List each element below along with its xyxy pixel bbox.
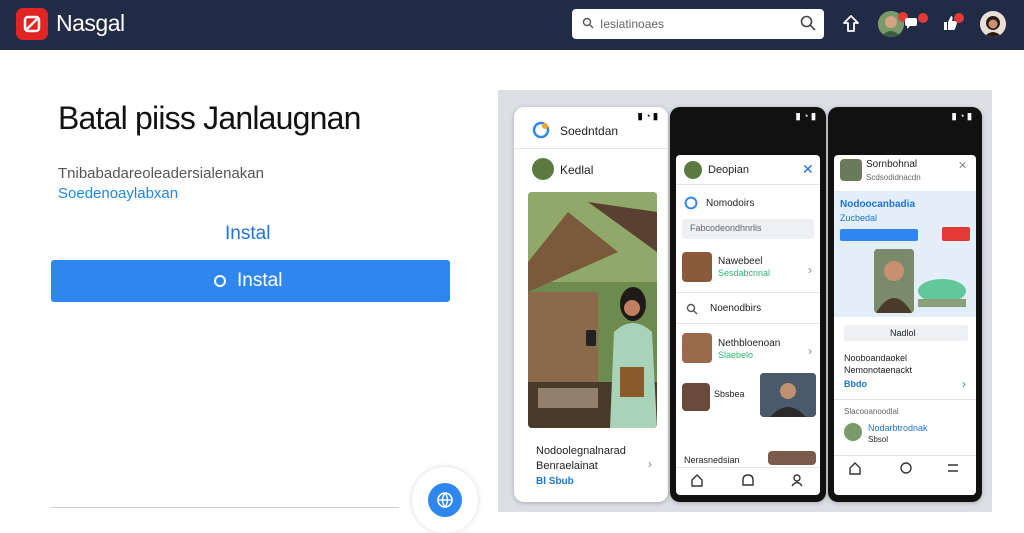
- divider: [676, 292, 820, 293]
- phone-screen-directory: ▮ ◔ ▮ Deopian ✕ Nomodoirs Fabcodeondhnrl…: [670, 107, 826, 502]
- section-2-label: Noenodbirs: [710, 303, 762, 314]
- chevron-right-icon[interactable]: ›: [808, 344, 812, 358]
- chevron-right-icon[interactable]: ›: [962, 377, 966, 391]
- contact-photo[interactable]: [682, 333, 712, 363]
- item2-title: Nethbloenoan: [718, 338, 781, 349]
- item4-title: Nerasnedsian: [684, 455, 740, 465]
- phone1-caption-1: Nodoolegnalnarad: [536, 445, 626, 457]
- phone2-search[interactable]: Fabcodeondhnrlis: [682, 219, 814, 239]
- search-field[interactable]: Iesiatinoaes: [572, 9, 824, 39]
- phone2-title: Deopian: [708, 164, 749, 176]
- app-mini-logo-icon: [684, 196, 698, 210]
- description-line-1: Tnibabadareoleadersialenakan: [58, 165, 264, 182]
- search-submit-icon[interactable]: [800, 15, 816, 31]
- chevron-right-icon[interactable]: ›: [648, 457, 652, 471]
- install-link[interactable]: Instal: [225, 223, 270, 245]
- feed-photo[interactable]: [528, 192, 657, 428]
- divider: [834, 455, 976, 456]
- phone3-tag[interactable]: Bbdo: [844, 379, 867, 389]
- chevron-right-icon[interactable]: ›: [808, 263, 812, 277]
- chat-icon[interactable]: [904, 16, 918, 30]
- phone2-section: Nomodoirs: [706, 198, 755, 209]
- item2-sub: Slaebelo: [718, 350, 754, 360]
- divider: [676, 323, 820, 324]
- menu-icon[interactable]: [946, 461, 960, 475]
- profile-avatar[interactable]: [980, 11, 1006, 37]
- close-icon[interactable]: ✕: [958, 159, 967, 172]
- upload-icon[interactable]: [842, 14, 860, 34]
- footer-title: Nodarbtrodnak: [868, 423, 928, 433]
- close-icon[interactable]: ✕: [802, 161, 814, 178]
- app-mini-logo-icon: [532, 121, 550, 139]
- item3-title: Sbsbea: [714, 389, 745, 399]
- phone1-profile-name: Kedlal: [560, 163, 594, 177]
- card-photo[interactable]: [874, 249, 914, 313]
- card-title: Nodoocanbadia: [840, 199, 916, 210]
- floating-action-button[interactable]: [412, 467, 478, 533]
- phone-screen-feed: ▮ ◔ ▮ Soedntdan Kedlal Nodoolegnalnarad: [514, 107, 668, 502]
- item1-sub: Sesdabcnnal: [718, 268, 771, 278]
- status-icons: ▮ ◔ ▮: [637, 111, 658, 121]
- profile-avatar[interactable]: [844, 423, 862, 441]
- profile-card: Nodoocanbadia Zucbedal: [834, 191, 976, 317]
- contact-photo[interactable]: [682, 252, 712, 282]
- body-1: Nooboandaokel: [844, 353, 908, 363]
- status-icons: ▮ ◔ ▮: [951, 111, 972, 121]
- profile-icon[interactable]: [790, 473, 804, 487]
- card-badge[interactable]: [942, 227, 970, 241]
- globe-icon: [437, 492, 453, 509]
- profile-avatar[interactable]: [532, 158, 554, 180]
- install-button[interactable]: Instal: [51, 260, 450, 302]
- phone3-button[interactable]: Nadlol: [844, 325, 968, 341]
- description-line-2[interactable]: Soedenoaylabxan: [58, 185, 178, 202]
- divider: [676, 184, 820, 185]
- home-icon[interactable]: [690, 473, 704, 487]
- search-icon: [686, 303, 698, 315]
- home-icon[interactable]: [848, 461, 862, 475]
- notifications-icon[interactable]: [740, 473, 756, 487]
- brand-name: Nasgal: [56, 10, 125, 36]
- search-placeholder: Iesiatinoaes: [600, 17, 665, 31]
- install-icon: [214, 275, 226, 287]
- page-headline: Batal piiss Janlaugnan: [58, 100, 361, 136]
- divider: [834, 399, 976, 400]
- media-thumbnail[interactable]: [760, 373, 816, 417]
- phone1-title: Soedntdan: [560, 124, 619, 138]
- likes-badge: [954, 13, 964, 23]
- notifications-icon[interactable]: [898, 461, 914, 475]
- chat-badge: [918, 13, 928, 23]
- body-2: Nemonotaenackt: [844, 365, 913, 375]
- status-icons: ▮ ◔ ▮: [795, 111, 816, 121]
- card-tag[interactable]: [840, 229, 918, 241]
- profile-avatar[interactable]: [840, 159, 862, 181]
- divider: [676, 467, 820, 468]
- phone1-tag[interactable]: Bl Sbub: [536, 476, 574, 487]
- item1-title: Nawebeel: [718, 256, 763, 267]
- contact-photo[interactable]: [682, 383, 710, 411]
- search-icon: [582, 17, 594, 29]
- top-navigation-bar: Nasgal Iesiatinoaes: [0, 0, 1024, 50]
- app-showcase: ▮ ◔ ▮ Soedntdan Kedlal Nodoolegnalnarad: [498, 90, 992, 512]
- footer-sub: Sbsol: [868, 435, 889, 444]
- media-thumbnail[interactable]: [768, 451, 816, 465]
- profile-avatar[interactable]: [684, 161, 702, 179]
- phone3-subtitle: Scdsodidnacdn: [866, 173, 921, 182]
- phone-screen-profile: ▮ ◔ ▮ Sornbohnal Scdsodidnacdn ✕ Nodooca…: [828, 107, 982, 502]
- phone3-title: Sornbohnal: [866, 159, 918, 170]
- divider: [514, 148, 668, 149]
- divider: [51, 507, 399, 508]
- card-sub: Zucbedal: [840, 213, 878, 223]
- install-button-label: Instal: [237, 270, 283, 291]
- illustration: [918, 279, 966, 307]
- phone1-caption-2: Benraelainat: [536, 460, 598, 472]
- small-label: Slacooanoodlal: [844, 407, 899, 416]
- app-logo-icon[interactable]: [16, 8, 48, 40]
